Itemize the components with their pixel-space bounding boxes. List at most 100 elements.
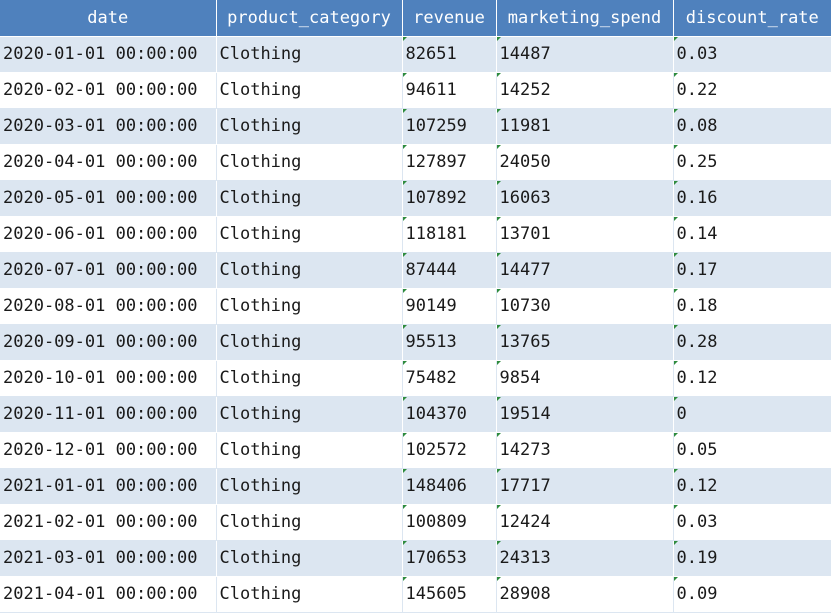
cell-revenue[interactable]: 127897 [402,144,497,181]
cell-date[interactable]: 2021-01-01 00:00:00 [0,468,217,505]
cell-product-category[interactable]: Clothing [216,396,403,433]
cell-product-category[interactable]: Clothing [216,432,403,469]
cell-product-category[interactable]: Clothing [216,324,403,361]
cell-date[interactable]: 2020-12-01 00:00:00 [0,432,217,469]
cell-discount-rate[interactable]: 0.05 [673,432,831,469]
cell-product-category[interactable]: Clothing [216,468,403,505]
cell-marketing-spend[interactable]: 10730 [496,288,674,325]
cell-value: 2020-06-01 00:00:00 [3,224,198,244]
cell-revenue[interactable]: 82651 [402,36,497,73]
cell-discount-rate[interactable]: 0.03 [673,36,831,73]
cell-date[interactable]: 2020-02-01 00:00:00 [0,72,217,109]
cell-marketing-spend[interactable]: 14487 [496,36,674,73]
cell-value: 2020-11-01 00:00:00 [3,404,198,424]
header-date[interactable]: date [0,0,217,37]
cell-discount-rate[interactable]: 0.17 [673,252,831,289]
cell-discount-rate[interactable]: 0.08 [673,108,831,145]
cell-revenue[interactable]: 100809 [402,504,497,541]
cell-revenue[interactable]: 107259 [402,108,497,145]
header-marketing-spend[interactable]: marketing_spend [496,0,674,37]
header-row: date product_category revenue marketing_… [0,0,831,37]
cell-date[interactable]: 2021-02-01 00:00:00 [0,504,217,541]
cell-marketing-spend[interactable]: 24313 [496,540,674,577]
cell-revenue[interactable]: 104370 [402,396,497,433]
cell-revenue[interactable]: 107892 [402,180,497,217]
cell-date[interactable]: 2021-04-01 00:00:00 [0,576,217,613]
cell-discount-rate[interactable]: 0.25 [673,144,831,181]
header-revenue[interactable]: revenue [402,0,497,37]
cell-revenue[interactable]: 118181 [402,216,497,253]
cell-revenue[interactable]: 102572 [402,432,497,469]
cell-marketing-spend[interactable]: 17717 [496,468,674,505]
cell-date[interactable]: 2020-11-01 00:00:00 [0,396,217,433]
cell-date[interactable]: 2020-06-01 00:00:00 [0,216,217,253]
cell-product-category[interactable]: Clothing [216,288,403,325]
cell-discount-rate[interactable]: 0.12 [673,360,831,397]
cell-revenue[interactable]: 145605 [402,576,497,613]
cell-marketing-spend[interactable]: 14477 [496,252,674,289]
cell-value: 24050 [499,152,551,172]
cell-discount-rate[interactable]: 0.19 [673,540,831,577]
cell-date[interactable]: 2020-08-01 00:00:00 [0,288,217,325]
cell-marketing-spend[interactable]: 19514 [496,396,674,433]
table-row: 2020-09-01 00:00:00 Clothing 95513 13765 0.2… [0,324,831,361]
cell-value: Clothing [219,584,302,604]
cell-marketing-spend[interactable]: 14252 [496,72,674,109]
cell-value: 0.09 [676,584,718,604]
cell-discount-rate[interactable]: 0.18 [673,288,831,325]
cell-revenue[interactable]: 87444 [402,252,497,289]
cell-product-category[interactable]: Clothing [216,252,403,289]
cell-marketing-spend[interactable]: 12424 [496,504,674,541]
cell-date[interactable]: 2020-07-01 00:00:00 [0,252,217,289]
cell-date[interactable]: 2020-04-01 00:00:00 [0,144,217,181]
table-row: 2021-03-01 00:00:00 Clothing 170653 24313 0.… [0,540,831,577]
cell-marketing-spend[interactable]: 24050 [496,144,674,181]
cell-revenue[interactable]: 94611 [402,72,497,109]
cell-product-category[interactable]: Clothing [216,144,403,181]
cell-marketing-spend[interactable]: 13765 [496,324,674,361]
header-discount-rate[interactable]: discount_rate [673,0,831,37]
cell-product-category[interactable]: Clothing [216,108,403,145]
cell-date[interactable]: 2020-10-01 00:00:00 [0,360,217,397]
cell-discount-rate[interactable]: 0.09 [673,576,831,613]
cell-discount-rate[interactable]: 0.16 [673,180,831,217]
table-row: 2020-07-01 00:00:00 Clothing 87444 14477 0.1… [0,252,831,289]
cell-marketing-spend[interactable]: 28908 [496,576,674,613]
cell-revenue[interactable]: 95513 [402,324,497,361]
cell-value: 0.17 [676,260,718,280]
cell-marketing-spend[interactable]: 11981 [496,108,674,145]
cell-marketing-spend[interactable]: 13701 [496,216,674,253]
cell-discount-rate[interactable]: 0 [673,396,831,433]
cell-product-category[interactable]: Clothing [216,180,403,217]
cell-product-category[interactable]: Clothing [216,72,403,109]
cell-product-category[interactable]: Clothing [216,36,403,73]
cell-value: 14477 [499,260,551,280]
cell-product-category[interactable]: Clothing [216,360,403,397]
cell-discount-rate[interactable]: 0.28 [673,324,831,361]
cell-revenue[interactable]: 75482 [402,360,497,397]
cell-date[interactable]: 2020-05-01 00:00:00 [0,180,217,217]
cell-value: 2020-02-01 00:00:00 [3,80,198,100]
cell-marketing-spend[interactable]: 14273 [496,432,674,469]
cell-date[interactable]: 2020-09-01 00:00:00 [0,324,217,361]
cell-revenue[interactable]: 90149 [402,288,497,325]
cell-value: 0.03 [676,44,718,64]
cell-product-category[interactable]: Clothing [216,504,403,541]
cell-discount-rate[interactable]: 0.22 [673,72,831,109]
table-row: 2020-08-01 00:00:00 Clothing 90149 10730 0.1… [0,288,831,325]
cell-date[interactable]: 2020-01-01 00:00:00 [0,36,217,73]
cell-discount-rate[interactable]: 0.03 [673,504,831,541]
header-product-category[interactable]: product_category [216,0,403,37]
cell-revenue[interactable]: 148406 [402,468,497,505]
cell-marketing-spend[interactable]: 9854 [496,360,674,397]
cell-product-category[interactable]: Clothing [216,540,403,577]
cell-product-category[interactable]: Clothing [216,576,403,613]
cell-date[interactable]: 2020-03-01 00:00:00 [0,108,217,145]
cell-product-category[interactable]: Clothing [216,216,403,253]
cell-date[interactable]: 2021-03-01 00:00:00 [0,540,217,577]
cell-revenue[interactable]: 170653 [402,540,497,577]
cell-discount-rate[interactable]: 0.14 [673,216,831,253]
cell-marketing-spend[interactable]: 16063 [496,180,674,217]
cell-discount-rate[interactable]: 0.12 [673,468,831,505]
table-row: 2020-03-01 00:00:00 Clothing 107259 11981 0.… [0,108,831,145]
